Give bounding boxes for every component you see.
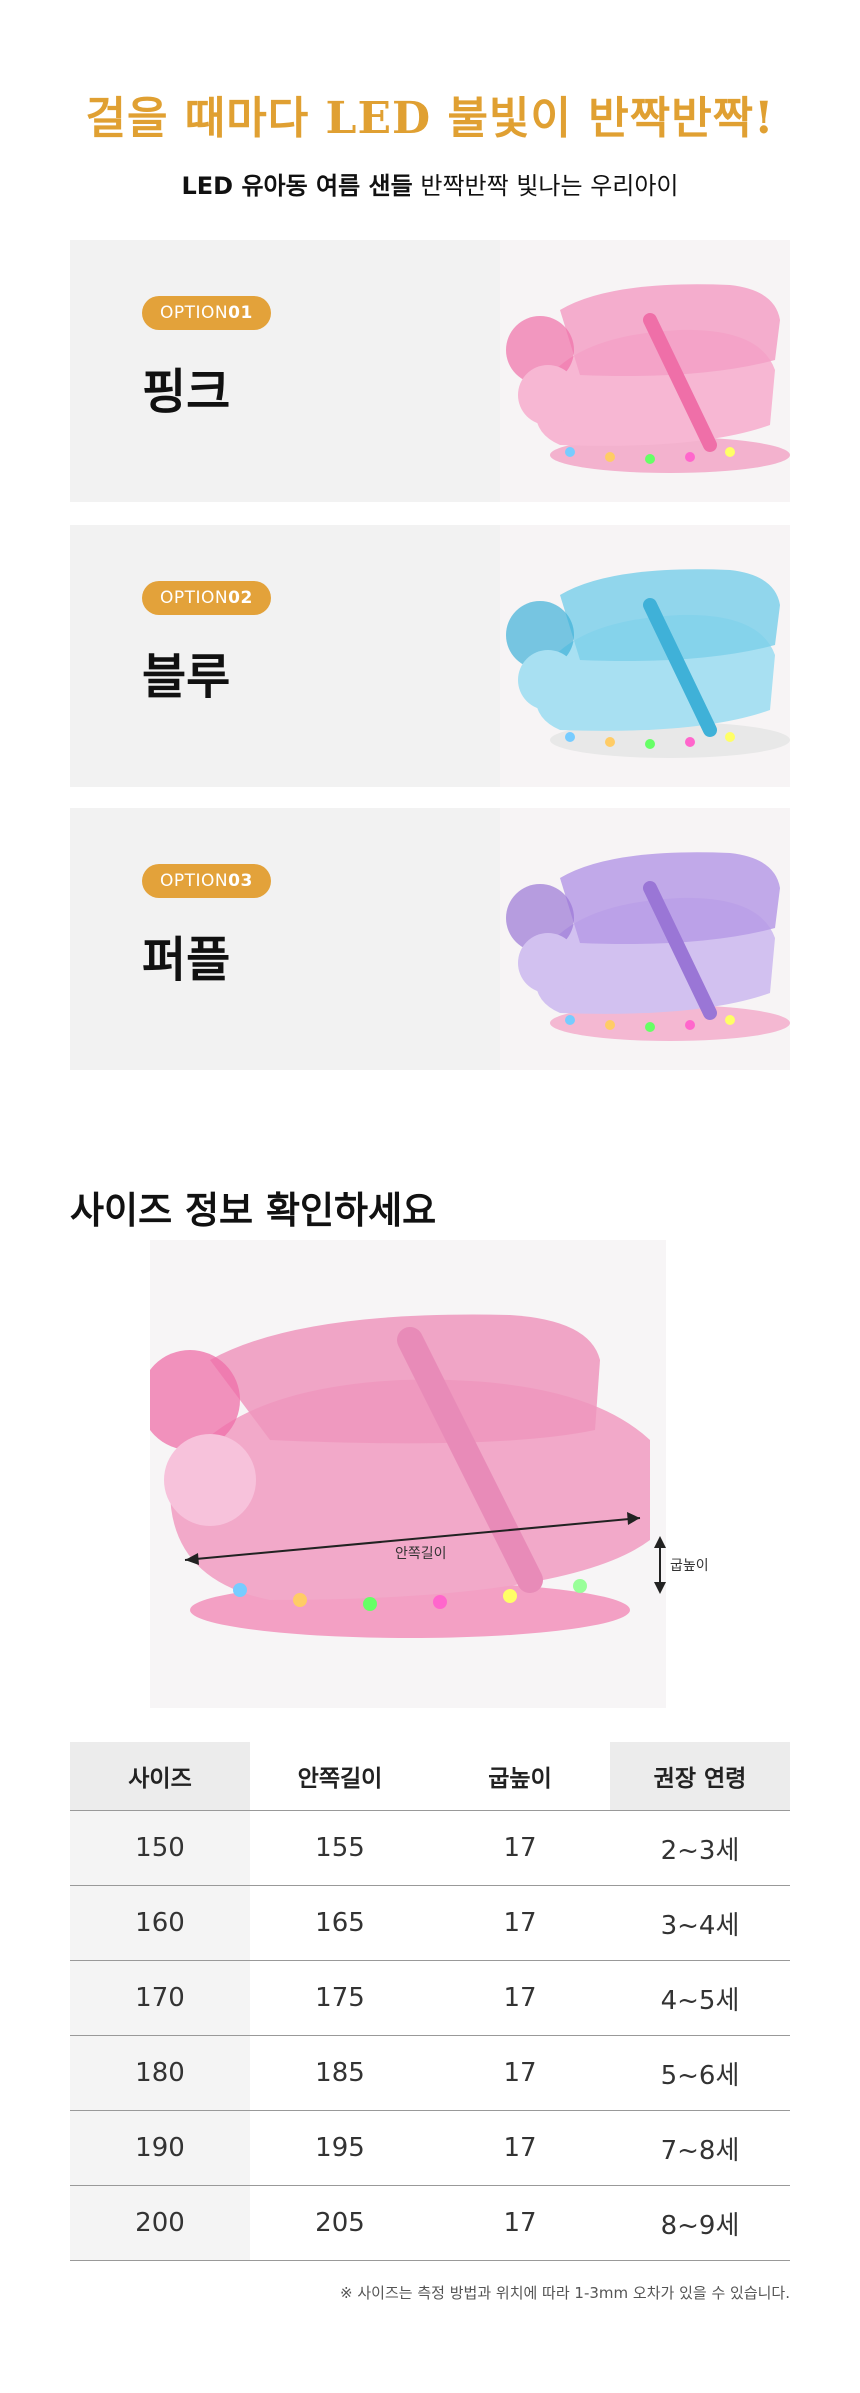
table-row: 180 185 17 5~6세 [70, 2035, 790, 2111]
cell-size: 200 [70, 2185, 250, 2261]
cell-age: 4~5세 [610, 1960, 790, 2036]
header-inner-length: 안쪽길이 [250, 1742, 430, 1811]
table-row: 160 165 17 3~4세 [70, 1885, 790, 1961]
sandal-measurement-illustration: 안쪽길이 굽높이 [140, 1314, 709, 1638]
sandal-illustration [506, 569, 790, 758]
option-name: 핑크 [142, 364, 231, 420]
cell-size: 190 [70, 2110, 250, 2186]
table-row: 150 155 17 2~3세 [70, 1810, 790, 1886]
option-badge: OPTION02 [142, 581, 271, 615]
product-photo-purple [500, 808, 790, 1070]
cell-age: 7~8세 [610, 2110, 790, 2186]
option-card-purple: OPTION03 퍼플 [70, 808, 790, 1070]
cell-heel-height: 17 [430, 2110, 610, 2186]
headline: 걸을 때마다 LED 불빛이 반짝반짝! [85, 93, 775, 144]
cell-heel-height: 17 [430, 1885, 610, 1961]
cell-inner-length: 155 [250, 1810, 430, 1886]
cell-size: 150 [70, 1810, 250, 1886]
header-heel-height: 굽높이 [430, 1742, 610, 1811]
option-badge: OPTION01 [142, 296, 271, 330]
cell-inner-length: 205 [250, 2185, 430, 2261]
table-row: 200 205 17 8~9세 [70, 2185, 790, 2261]
header-recommended-age: 권장 연령 [610, 1742, 790, 1811]
product-photo-blue [500, 525, 790, 787]
cell-inner-length: 175 [250, 1960, 430, 2036]
cell-heel-height: 17 [430, 2035, 610, 2111]
size-section-title: 사이즈 정보 확인하세요 [70, 1189, 437, 1232]
option-name: 퍼플 [142, 932, 231, 988]
option-card-blue: OPTION02 블루 [70, 525, 790, 787]
cell-age: 2~3세 [610, 1810, 790, 1886]
option-name: 블루 [142, 649, 231, 705]
cell-heel-height: 17 [430, 1810, 610, 1886]
cell-age: 8~9세 [610, 2185, 790, 2261]
sandal-illustration [506, 284, 790, 473]
option-badge: OPTION03 [142, 864, 271, 898]
cell-age: 5~6세 [610, 2035, 790, 2111]
cell-heel-height: 17 [430, 1960, 610, 2036]
table-row: 170 175 17 4~5세 [70, 1960, 790, 2036]
cell-size: 160 [70, 1885, 250, 1961]
sandal-illustration [506, 852, 790, 1041]
size-disclaimer-note: ※ 사이즈는 측정 방법과 위치에 따라 1-3mm 오차가 있을 수 있습니다… [340, 2284, 790, 2302]
cell-heel-height: 17 [430, 2185, 610, 2261]
size-table-header: 사이즈 안쪽길이 굽높이 권장 연령 [70, 1742, 790, 1811]
cell-inner-length: 185 [250, 2035, 430, 2111]
option-card-pink: OPTION01 핑크 [70, 240, 790, 502]
inner-length-label: 안쪽길이 [395, 1546, 447, 1562]
product-photo-pink [500, 240, 790, 502]
subheadline-tagline: 반짝반짝 빛나는 우리아이 [420, 172, 679, 200]
table-row: 190 195 17 7~8세 [70, 2110, 790, 2186]
cell-inner-length: 165 [250, 1885, 430, 1961]
subheadline: LED 유아동 여름 샌들 반짝반짝 빛나는 우리아이 [0, 166, 860, 201]
cell-age: 3~4세 [610, 1885, 790, 1961]
size-measure-photo: 안쪽길이 굽높이 [140, 1240, 709, 1708]
heel-height-label: 굽높이 [670, 1558, 709, 1574]
cell-size: 180 [70, 2035, 250, 2111]
cell-inner-length: 195 [250, 2110, 430, 2186]
subheadline-product: LED 유아동 여름 샌들 [181, 172, 413, 200]
cell-size: 170 [70, 1960, 250, 2036]
header-size: 사이즈 [70, 1742, 250, 1811]
size-table: 사이즈 안쪽길이 굽높이 권장 연령 150 155 17 2~3세 160 1… [70, 1742, 790, 2261]
